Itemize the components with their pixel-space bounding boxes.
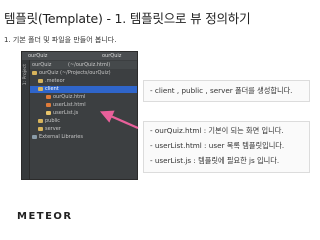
list-item: - userList.html : user 목록 템플릿입니다. [150,141,285,150]
list-item: - userList.js : 템플릿에 필요한 js 입니다. [150,156,280,165]
meteor-logo: METEOR [17,211,73,222]
arrow-line [99,110,139,130]
folder-note: - client , public , server 폴더를 생성합니다. [150,86,293,95]
callout-arrow [99,110,139,130]
list-item: - ourQuiz.html : 기본이 되는 화면 입니다. [150,126,284,135]
